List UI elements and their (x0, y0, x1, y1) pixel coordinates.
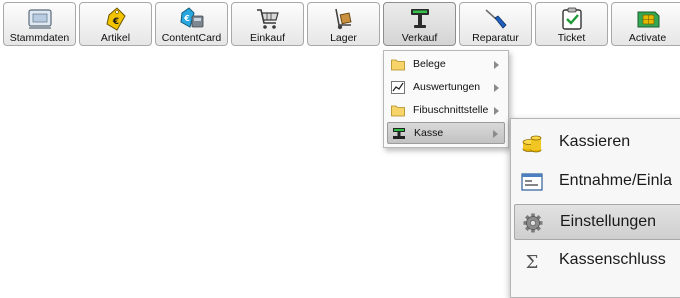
verkauf-dropdown-menu: Belege Auswertungen Fibuschnittstelle Ka… (383, 50, 509, 148)
ticket-button[interactable]: Ticket (535, 2, 608, 46)
menu-item-fibuschnittstelle[interactable]: Fibuschnittstelle (387, 100, 505, 122)
artikel-button[interactable]: € Artikel (79, 2, 152, 46)
svg-text:€: € (111, 17, 118, 27)
stammdaten-button[interactable]: Stammdaten (3, 2, 76, 46)
cash-register-icon (392, 127, 406, 140)
artikel-label: Artikel (100, 32, 131, 44)
menu-item-belege[interactable]: Belege (387, 54, 505, 76)
pos-terminal-icon (407, 7, 433, 31)
submenu-item-einstellungen-label: Einstellungen (560, 213, 657, 230)
chart-icon (391, 81, 405, 94)
reparatur-button[interactable]: Reparatur (459, 2, 532, 46)
folder-icon (391, 104, 405, 117)
submenu-item-kassenschluss[interactable]: Σ Kassenschluss (514, 243, 680, 279)
coins-icon (521, 133, 543, 153)
submenu-item-einstellungen[interactable]: Einstellungen (514, 204, 680, 240)
menu-item-kasse-label: Kasse (414, 127, 444, 139)
stammdaten-label: Stammdaten (9, 32, 70, 44)
contentcard-button[interactable]: € ContentCard (155, 2, 228, 46)
contentcard-label: ContentCard (161, 32, 222, 44)
submenu-arrow-icon (494, 84, 499, 92)
verkauf-label: Verkauf (401, 32, 438, 44)
svg-text:€: € (183, 14, 190, 23)
submenu-item-kassieren-label: Kassieren (559, 133, 631, 150)
lager-label: Lager (330, 32, 357, 44)
verkauf-button[interactable]: Verkauf (383, 2, 456, 46)
checkbox-clipboard-icon (559, 7, 585, 31)
form-icon (521, 172, 543, 192)
master-data-icon (27, 7, 53, 31)
content-card-icon: € (179, 7, 205, 31)
kasse-submenu: Kassieren Entnahme/Einla Einstellungen Σ… (510, 118, 680, 298)
hand-truck-icon (331, 7, 357, 31)
lager-button[interactable]: Lager (307, 2, 380, 46)
submenu-item-kassieren[interactable]: Kassieren (514, 125, 680, 161)
submenu-item-entnahme[interactable]: Entnahme/Einla (514, 164, 680, 200)
gear-icon (522, 213, 544, 233)
menu-item-fibuschnittstelle-label: Fibuschnittstelle (413, 104, 489, 116)
einkauf-button[interactable]: Einkauf (231, 2, 304, 46)
euro-tag-icon: € (103, 7, 129, 31)
menu-item-auswertungen-label: Auswertungen (413, 81, 481, 93)
main-toolbar: Stammdaten € Artikel € ContentCard Einka… (0, 0, 680, 48)
sigma-icon: Σ (521, 251, 543, 271)
menu-item-auswertungen[interactable]: Auswertungen (387, 77, 505, 99)
activate-button[interactable]: Activate (611, 2, 680, 46)
einkauf-label: Einkauf (249, 32, 286, 44)
folder-icon (391, 58, 405, 71)
reparatur-label: Reparatur (472, 32, 519, 44)
sim-card-icon (635, 7, 661, 31)
menu-item-kasse[interactable]: Kasse (387, 122, 505, 144)
screwdriver-icon (483, 7, 509, 31)
ticket-label: Ticket (557, 32, 586, 44)
svg-text:Σ: Σ (526, 252, 539, 271)
shopping-cart-icon (255, 7, 281, 31)
submenu-item-kassenschluss-label: Kassenschluss (559, 251, 666, 268)
submenu-arrow-icon (494, 61, 499, 69)
submenu-item-entnahme-label: Entnahme/Einla (559, 172, 672, 189)
submenu-arrow-icon (493, 130, 498, 138)
menu-item-belege-label: Belege (413, 58, 446, 70)
submenu-arrow-icon (494, 107, 499, 115)
activate-label: Activate (628, 32, 667, 44)
